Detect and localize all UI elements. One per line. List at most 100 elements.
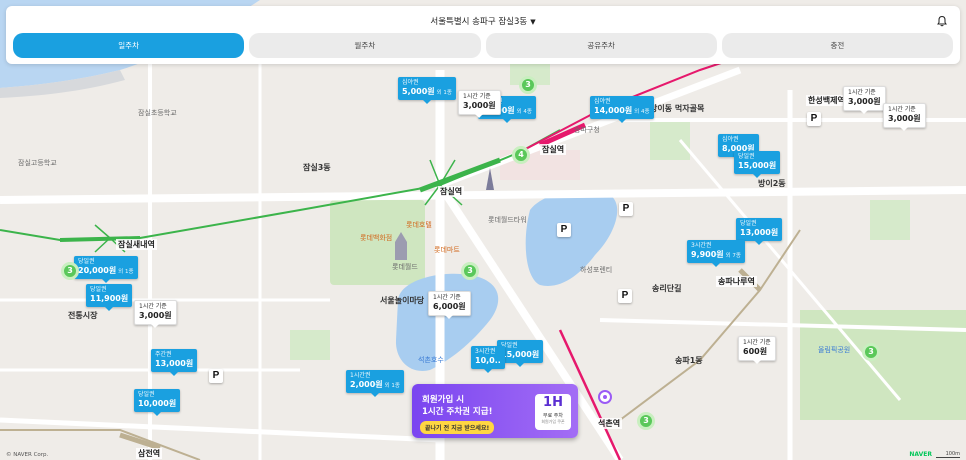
place-lotte-tower: 롯데월드타워 bbox=[488, 216, 527, 224]
place-jamsil3: 잠실3동 bbox=[303, 163, 331, 172]
signup-promo-banner[interactable]: 회원가입 시 1시간 주차권 지급! 끝나기 전 지금 받으세요! 1H 무료 … bbox=[412, 384, 578, 438]
price-tag: 당일권 bbox=[740, 220, 757, 227]
price-marker[interactable]: 당일권 11,900원 bbox=[86, 284, 133, 310]
station-songpa-naru[interactable]: 송파나루역 bbox=[716, 276, 757, 287]
coupon-hours: 1H bbox=[543, 395, 563, 410]
price-tag: 주간권 bbox=[155, 351, 172, 358]
station-seokchon[interactable]: 석촌역 bbox=[596, 418, 623, 429]
place-banggi2: 방이2동 bbox=[758, 179, 786, 188]
price-tag: 심야권 bbox=[722, 136, 739, 143]
price-marker[interactable]: 1시간 기준 600원 bbox=[738, 336, 776, 363]
parking-cluster[interactable]: 3 bbox=[61, 262, 79, 280]
price-tag: 1시간 기준 bbox=[139, 303, 167, 310]
station-jamsil-line8[interactable]: 잠실역 bbox=[540, 144, 567, 155]
price-marker[interactable]: 심야권 5,000원 외 1종 bbox=[398, 77, 456, 103]
price-tag: 당일권 bbox=[501, 342, 518, 349]
parking-cluster[interactable]: 4 bbox=[512, 146, 530, 164]
price-unit: 외 4종 bbox=[516, 108, 532, 115]
price-marker[interactable]: 당일권 15,000원 bbox=[734, 151, 781, 177]
price-marker[interactable]: 당일권 20,000원 외 1종 bbox=[74, 256, 138, 282]
price-value: 10,0.. bbox=[475, 355, 501, 365]
price-value: 20,000원 bbox=[78, 265, 117, 275]
place-lotte-dept: 롯데백화점 bbox=[360, 234, 393, 242]
price-value: 14,000원 bbox=[594, 105, 633, 115]
top-panel: 서울특별시 송파구 잠실3동 ▼ 일주차 월주차 공유주차 충전 bbox=[6, 6, 960, 64]
parking-cluster[interactable]: 3 bbox=[519, 76, 537, 94]
place-jeontong: 전통시장 bbox=[68, 311, 98, 320]
location-selector[interactable]: 서울특별시 송파구 잠실3동 ▼ bbox=[6, 15, 960, 27]
place-songpa1: 송파1동 bbox=[675, 356, 703, 365]
price-marker[interactable]: 3시간권 9,900원 외 7종 bbox=[687, 240, 745, 266]
place-haseong: 하성포렌티 bbox=[580, 266, 613, 274]
station-hanseong[interactable]: 한성백제역 bbox=[806, 95, 847, 106]
price-marker[interactable]: 당일권 10,000원 bbox=[134, 389, 181, 415]
price-unit: 외 1종 bbox=[436, 89, 452, 96]
price-unit: 외 1종 bbox=[384, 382, 400, 389]
tab-daily[interactable]: 일주차 bbox=[13, 33, 245, 58]
price-marker[interactable]: 1시간 기준 6,000원 bbox=[428, 291, 471, 318]
price-marker[interactable]: 1시간 기준 3,000원 bbox=[458, 90, 501, 117]
price-value: 3,000원 bbox=[848, 96, 881, 106]
parking-cluster[interactable]: 3 bbox=[862, 343, 880, 361]
price-value: 3,000원 bbox=[139, 310, 172, 320]
price-marker[interactable]: 1시간 기준 3,000원 bbox=[843, 86, 886, 113]
place-lotte-mart: 롯데마트 bbox=[434, 246, 460, 254]
coupon-badge: 1H 무료 주차 회원가입 쿠폰 bbox=[535, 394, 571, 430]
price-marker[interactable]: 1시간 기준 3,000원 bbox=[883, 103, 926, 130]
price-tag: 3시간권 bbox=[691, 242, 712, 249]
place-lotte-world: 롯데월드 bbox=[392, 263, 418, 271]
parking-cluster[interactable]: 3 bbox=[637, 412, 655, 430]
price-unit: 외 1종 bbox=[118, 268, 134, 275]
parking-cluster[interactable]: 3 bbox=[461, 262, 479, 280]
station-samjeon[interactable]: 삼전역 bbox=[136, 448, 163, 459]
promo-line2: 1시간 주차권 지급! bbox=[422, 407, 493, 417]
price-marker[interactable]: 주간권 13,000원 bbox=[151, 349, 198, 375]
price-tag: 당일권 bbox=[78, 258, 95, 265]
price-value: 13,000원 bbox=[155, 358, 194, 368]
price-unit: 외 7종 bbox=[725, 252, 741, 259]
price-tag: 1시간 기준 bbox=[433, 294, 461, 301]
parking-icon[interactable]: P bbox=[557, 223, 571, 237]
price-marker[interactable]: 1시간권 2,000원 외 1종 bbox=[346, 370, 404, 396]
price-tag: 심야권 bbox=[402, 79, 419, 86]
copyright: © NAVER Corp. bbox=[6, 452, 49, 458]
price-value: 3,000원 bbox=[888, 113, 921, 123]
place-meokja: 방이동 먹자골목 bbox=[650, 104, 705, 113]
coupon-sub: 회원가입 쿠폰 bbox=[541, 419, 565, 424]
price-tag: 1시간권 bbox=[350, 372, 371, 379]
price-value: 9,900원 bbox=[691, 249, 724, 259]
price-value: 5,000원 bbox=[402, 86, 435, 96]
parking-icon[interactable]: P bbox=[209, 369, 223, 383]
current-location-icon bbox=[598, 390, 612, 404]
price-tag: 당일권 bbox=[90, 286, 107, 293]
coupon-label: 무료 주차 bbox=[543, 413, 563, 419]
price-value: 13,000원 bbox=[740, 227, 779, 237]
price-tag: 1시간 기준 bbox=[848, 89, 876, 96]
tab-monthly[interactable]: 월주차 bbox=[249, 33, 481, 58]
price-tag: 당일권 bbox=[138, 391, 155, 398]
place-jamsil-high: 잠실고등학교 bbox=[18, 159, 57, 167]
tab-charging[interactable]: 충전 bbox=[721, 33, 953, 58]
price-tag: 1시간 기준 bbox=[743, 339, 771, 346]
price-value: 2,000원 bbox=[350, 379, 383, 389]
price-value: 6,000원 bbox=[433, 301, 466, 311]
bell-icon[interactable] bbox=[936, 15, 948, 27]
parking-icon[interactable]: P bbox=[618, 289, 632, 303]
price-marker[interactable]: 1시간 기준 3,000원 bbox=[134, 300, 177, 327]
map-scale: 100m bbox=[936, 451, 960, 458]
tab-shared[interactable]: 공유주차 bbox=[485, 33, 717, 58]
place-seokchon-lake: 석촌호수 bbox=[418, 356, 444, 364]
price-marker[interactable]: 3시간권 10,0.. bbox=[471, 346, 505, 372]
station-jamsil[interactable]: 잠실역 bbox=[438, 186, 465, 197]
price-tag: 1시간 기준 bbox=[463, 93, 491, 100]
promo-cta-button[interactable]: 끝나기 전 지금 받으세요! bbox=[420, 421, 495, 434]
place-jamsil-elem: 잠실초등학교 bbox=[138, 109, 177, 117]
price-tag: 3시간권 bbox=[475, 348, 496, 355]
price-unit: 외 4종 bbox=[634, 108, 650, 115]
price-marker[interactable]: 심야권 14,000원 외 4종 bbox=[590, 96, 654, 122]
parking-icon[interactable]: P bbox=[619, 202, 633, 216]
price-marker[interactable]: 당일권 13,000원 bbox=[736, 218, 783, 244]
parking-icon[interactable]: P bbox=[807, 112, 821, 126]
station-jamsil-saenae[interactable]: 잠실새내역 bbox=[116, 239, 157, 250]
price-tag: 당일권 bbox=[738, 153, 755, 160]
